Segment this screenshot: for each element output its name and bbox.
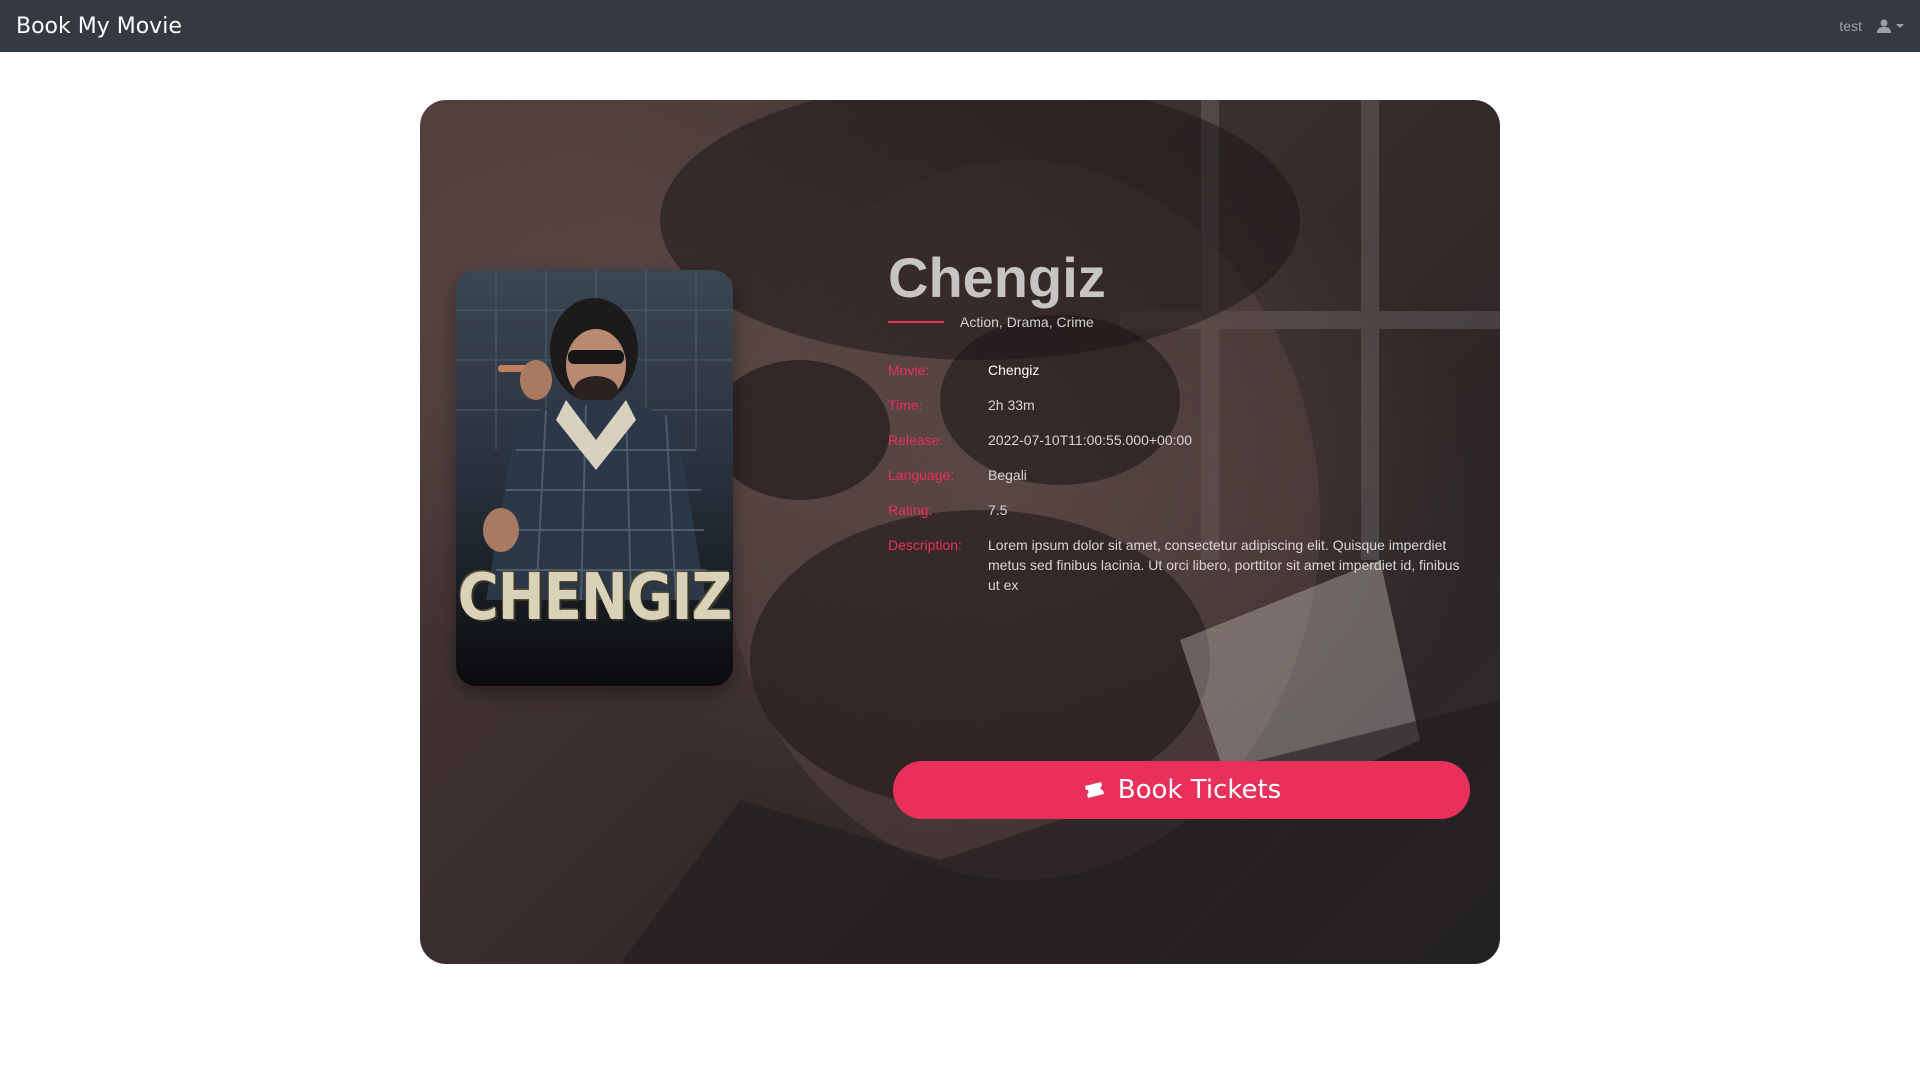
detail-value: 2h 33m: [988, 397, 1035, 413]
detail-row-rating: Rating: 7.5: [888, 500, 1468, 520]
movie-info: Chengiz Action, Drama, Crime Movie: Chen…: [888, 250, 1468, 610]
detail-row-language: Language: Begali: [888, 465, 1468, 485]
top-navbar: Book My Movie test: [0, 0, 1920, 52]
detail-label: Movie:: [888, 362, 930, 378]
book-tickets-label: Book Tickets: [1117, 775, 1282, 805]
detail-label: Release:: [888, 432, 944, 448]
detail-row-movie: Movie: Chengiz: [888, 360, 1468, 380]
ticket-icon: [1084, 782, 1104, 798]
genre-divider: [888, 321, 944, 323]
poster-title: CHENGIZ: [457, 560, 733, 635]
detail-row-release: Release: 2022-07-10T11:00:55.000+00:00: [888, 430, 1468, 450]
movie-poster: CHENGIZ: [456, 270, 733, 686]
detail-row-description: Description: Lorem ipsum dolor sit amet,…: [888, 535, 1468, 595]
detail-label: Description:: [888, 537, 962, 553]
movie-title: Chengiz: [888, 246, 1106, 309]
detail-row-time: Time: 2h 33m: [888, 395, 1468, 415]
user-menu: test: [1839, 18, 1904, 34]
detail-value: Lorem ipsum dolor sit amet, consectetur …: [988, 537, 1460, 593]
movie-details: Movie: Chengiz Time: 2h 33m Release: 202…: [888, 360, 1468, 595]
detail-label: Time:: [888, 397, 923, 413]
username[interactable]: test: [1839, 18, 1862, 34]
user-icon: [1877, 19, 1891, 33]
brand-link[interactable]: Book My Movie: [16, 14, 182, 39]
movie-detail-card: CHENGIZ Chengiz Action, Drama, Crime Mov…: [420, 100, 1500, 964]
detail-value: Begali: [988, 467, 1027, 483]
detail-label: Rating:: [888, 502, 933, 518]
detail-value: Chengiz: [988, 362, 1040, 378]
detail-label: Language:: [888, 467, 955, 483]
detail-value: 2022-07-10T11:00:55.000+00:00: [988, 432, 1193, 448]
book-tickets-button[interactable]: Book Tickets: [893, 761, 1470, 819]
movie-genres: Action, Drama, Crime: [960, 314, 1094, 330]
genre-row: Action, Drama, Crime: [888, 314, 1468, 330]
user-dropdown-toggle[interactable]: [1876, 19, 1904, 33]
chevron-down-icon: [1896, 24, 1904, 28]
detail-value: 7.5: [988, 502, 1008, 518]
